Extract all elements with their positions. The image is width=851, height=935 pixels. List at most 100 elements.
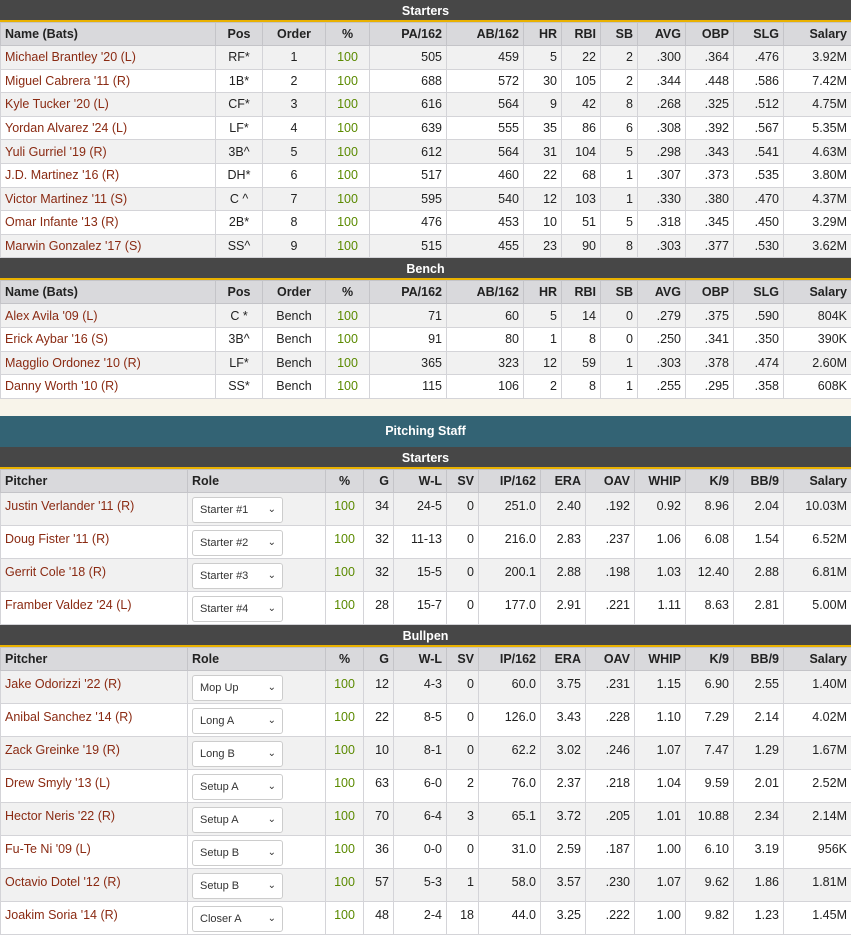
stat-cell: 18: [447, 901, 479, 934]
column-header[interactable]: SLG: [734, 281, 784, 304]
player-name-link[interactable]: Zack Greinke '19 (R): [1, 736, 188, 769]
column-header[interactable]: Order: [263, 23, 326, 46]
column-header[interactable]: Pos: [216, 23, 263, 46]
column-header[interactable]: OAV: [586, 647, 635, 670]
player-name-link[interactable]: Yordan Alvarez '24 (L): [1, 116, 216, 140]
player-name-link[interactable]: Alex Avila '09 (L): [1, 304, 216, 328]
column-header[interactable]: ERA: [541, 647, 586, 670]
percent-cell: 100: [326, 558, 364, 591]
player-name-link[interactable]: Framber Valdez '24 (L): [1, 591, 188, 624]
role-select[interactable]: Long B⌄: [192, 741, 283, 767]
column-header[interactable]: BB/9: [734, 469, 784, 492]
column-header[interactable]: G: [364, 647, 394, 670]
column-header[interactable]: Salary: [784, 23, 851, 46]
player-name-link[interactable]: Joakim Soria '14 (R): [1, 901, 188, 934]
column-header[interactable]: RBI: [562, 281, 601, 304]
role-select[interactable]: Starter #1⌄: [192, 497, 283, 523]
player-name-link[interactable]: Jake Odorizzi '22 (R): [1, 670, 188, 703]
stat-cell: 60: [447, 304, 524, 328]
column-header[interactable]: Pitcher: [1, 647, 188, 670]
column-header[interactable]: ERA: [541, 469, 586, 492]
player-name-link[interactable]: Miguel Cabrera '11 (R): [1, 69, 216, 93]
column-header[interactable]: SV: [447, 469, 479, 492]
column-header[interactable]: SV: [447, 647, 479, 670]
column-header[interactable]: IP/162: [479, 647, 541, 670]
column-header[interactable]: Role: [188, 469, 326, 492]
player-name-link[interactable]: Anibal Sanchez '14 (R): [1, 703, 188, 736]
player-name-link[interactable]: Marwin Gonzalez '17 (S): [1, 234, 216, 258]
column-header[interactable]: PA/162: [370, 281, 447, 304]
role-select[interactable]: Setup B⌄: [192, 873, 283, 899]
column-header[interactable]: Name (Bats): [1, 23, 216, 46]
column-header[interactable]: Pitcher: [1, 469, 188, 492]
column-header[interactable]: SB: [601, 281, 638, 304]
column-header[interactable]: SB: [601, 23, 638, 46]
column-header[interactable]: K/9: [686, 647, 734, 670]
column-header[interactable]: %: [326, 469, 364, 492]
player-name-link[interactable]: Magglio Ordonez '10 (R): [1, 351, 216, 375]
player-name-link[interactable]: Gerrit Cole '18 (R): [1, 558, 188, 591]
column-header[interactable]: Order: [263, 281, 326, 304]
column-header[interactable]: Role: [188, 647, 326, 670]
column-header[interactable]: W-L: [394, 647, 447, 670]
column-header[interactable]: Salary: [784, 281, 851, 304]
player-name-link[interactable]: Fu-Te Ni '09 (L): [1, 835, 188, 868]
percent-cell: 100: [326, 670, 364, 703]
player-name-link[interactable]: Hector Neris '22 (R): [1, 802, 188, 835]
column-header[interactable]: PA/162: [370, 23, 447, 46]
column-header[interactable]: AVG: [638, 23, 686, 46]
column-header[interactable]: WHIP: [635, 469, 686, 492]
stat-cell: 90: [562, 234, 601, 258]
role-select[interactable]: Starter #2⌄: [192, 530, 283, 556]
column-header[interactable]: OBP: [686, 281, 734, 304]
player-name-link[interactable]: Yuli Gurriel '19 (R): [1, 140, 216, 164]
table-row: Doug Fister '11 (R)Starter #2⌄1003211-13…: [1, 525, 851, 558]
stat-cell: .246: [586, 736, 635, 769]
role-select[interactable]: Setup A⌄: [192, 774, 283, 800]
player-name-link[interactable]: Drew Smyly '13 (L): [1, 769, 188, 802]
player-name-link[interactable]: Michael Brantley '20 (L): [1, 46, 216, 70]
column-header[interactable]: OAV: [586, 469, 635, 492]
column-header[interactable]: G: [364, 469, 394, 492]
player-name-link[interactable]: Kyle Tucker '20 (L): [1, 93, 216, 117]
column-header[interactable]: HR: [524, 281, 562, 304]
role-select[interactable]: Starter #3⌄: [192, 563, 283, 589]
column-header[interactable]: HR: [524, 23, 562, 46]
column-header[interactable]: OBP: [686, 23, 734, 46]
stat-cell: 57: [364, 868, 394, 901]
stat-cell: LF*: [216, 116, 263, 140]
role-select[interactable]: Long A⌄: [192, 708, 283, 734]
column-header[interactable]: AVG: [638, 281, 686, 304]
player-name-link[interactable]: J.D. Martinez '16 (R): [1, 163, 216, 187]
stat-cell: 115: [370, 375, 447, 399]
column-header[interactable]: RBI: [562, 23, 601, 46]
column-header[interactable]: BB/9: [734, 647, 784, 670]
player-name-link[interactable]: Victor Martinez '11 (S): [1, 187, 216, 211]
column-header[interactable]: Salary: [784, 647, 851, 670]
column-header[interactable]: AB/162: [447, 281, 524, 304]
column-header[interactable]: K/9: [686, 469, 734, 492]
column-header[interactable]: W-L: [394, 469, 447, 492]
column-header[interactable]: Salary: [784, 469, 851, 492]
stat-cell: 956K: [784, 835, 851, 868]
player-name-link[interactable]: Omar Infante '13 (R): [1, 211, 216, 235]
player-name-link[interactable]: Octavio Dotel '12 (R): [1, 868, 188, 901]
role-select[interactable]: Mop Up⌄: [192, 675, 283, 701]
player-name-link[interactable]: Erick Aybar '16 (S): [1, 327, 216, 351]
column-header[interactable]: SLG: [734, 23, 784, 46]
role-select[interactable]: Starter #4⌄: [192, 596, 283, 622]
player-name-link[interactable]: Danny Worth '10 (R): [1, 375, 216, 399]
role-select[interactable]: Setup A⌄: [192, 807, 283, 833]
player-name-link[interactable]: Doug Fister '11 (R): [1, 525, 188, 558]
column-header[interactable]: %: [326, 23, 370, 46]
role-select[interactable]: Closer A⌄: [192, 906, 283, 932]
column-header[interactable]: Pos: [216, 281, 263, 304]
role-select[interactable]: Setup B⌄: [192, 840, 283, 866]
player-name-link[interactable]: Justin Verlander '11 (R): [1, 492, 188, 525]
column-header[interactable]: %: [326, 281, 370, 304]
column-header[interactable]: %: [326, 647, 364, 670]
column-header[interactable]: AB/162: [447, 23, 524, 46]
column-header[interactable]: Name (Bats): [1, 281, 216, 304]
column-header[interactable]: WHIP: [635, 647, 686, 670]
column-header[interactable]: IP/162: [479, 469, 541, 492]
